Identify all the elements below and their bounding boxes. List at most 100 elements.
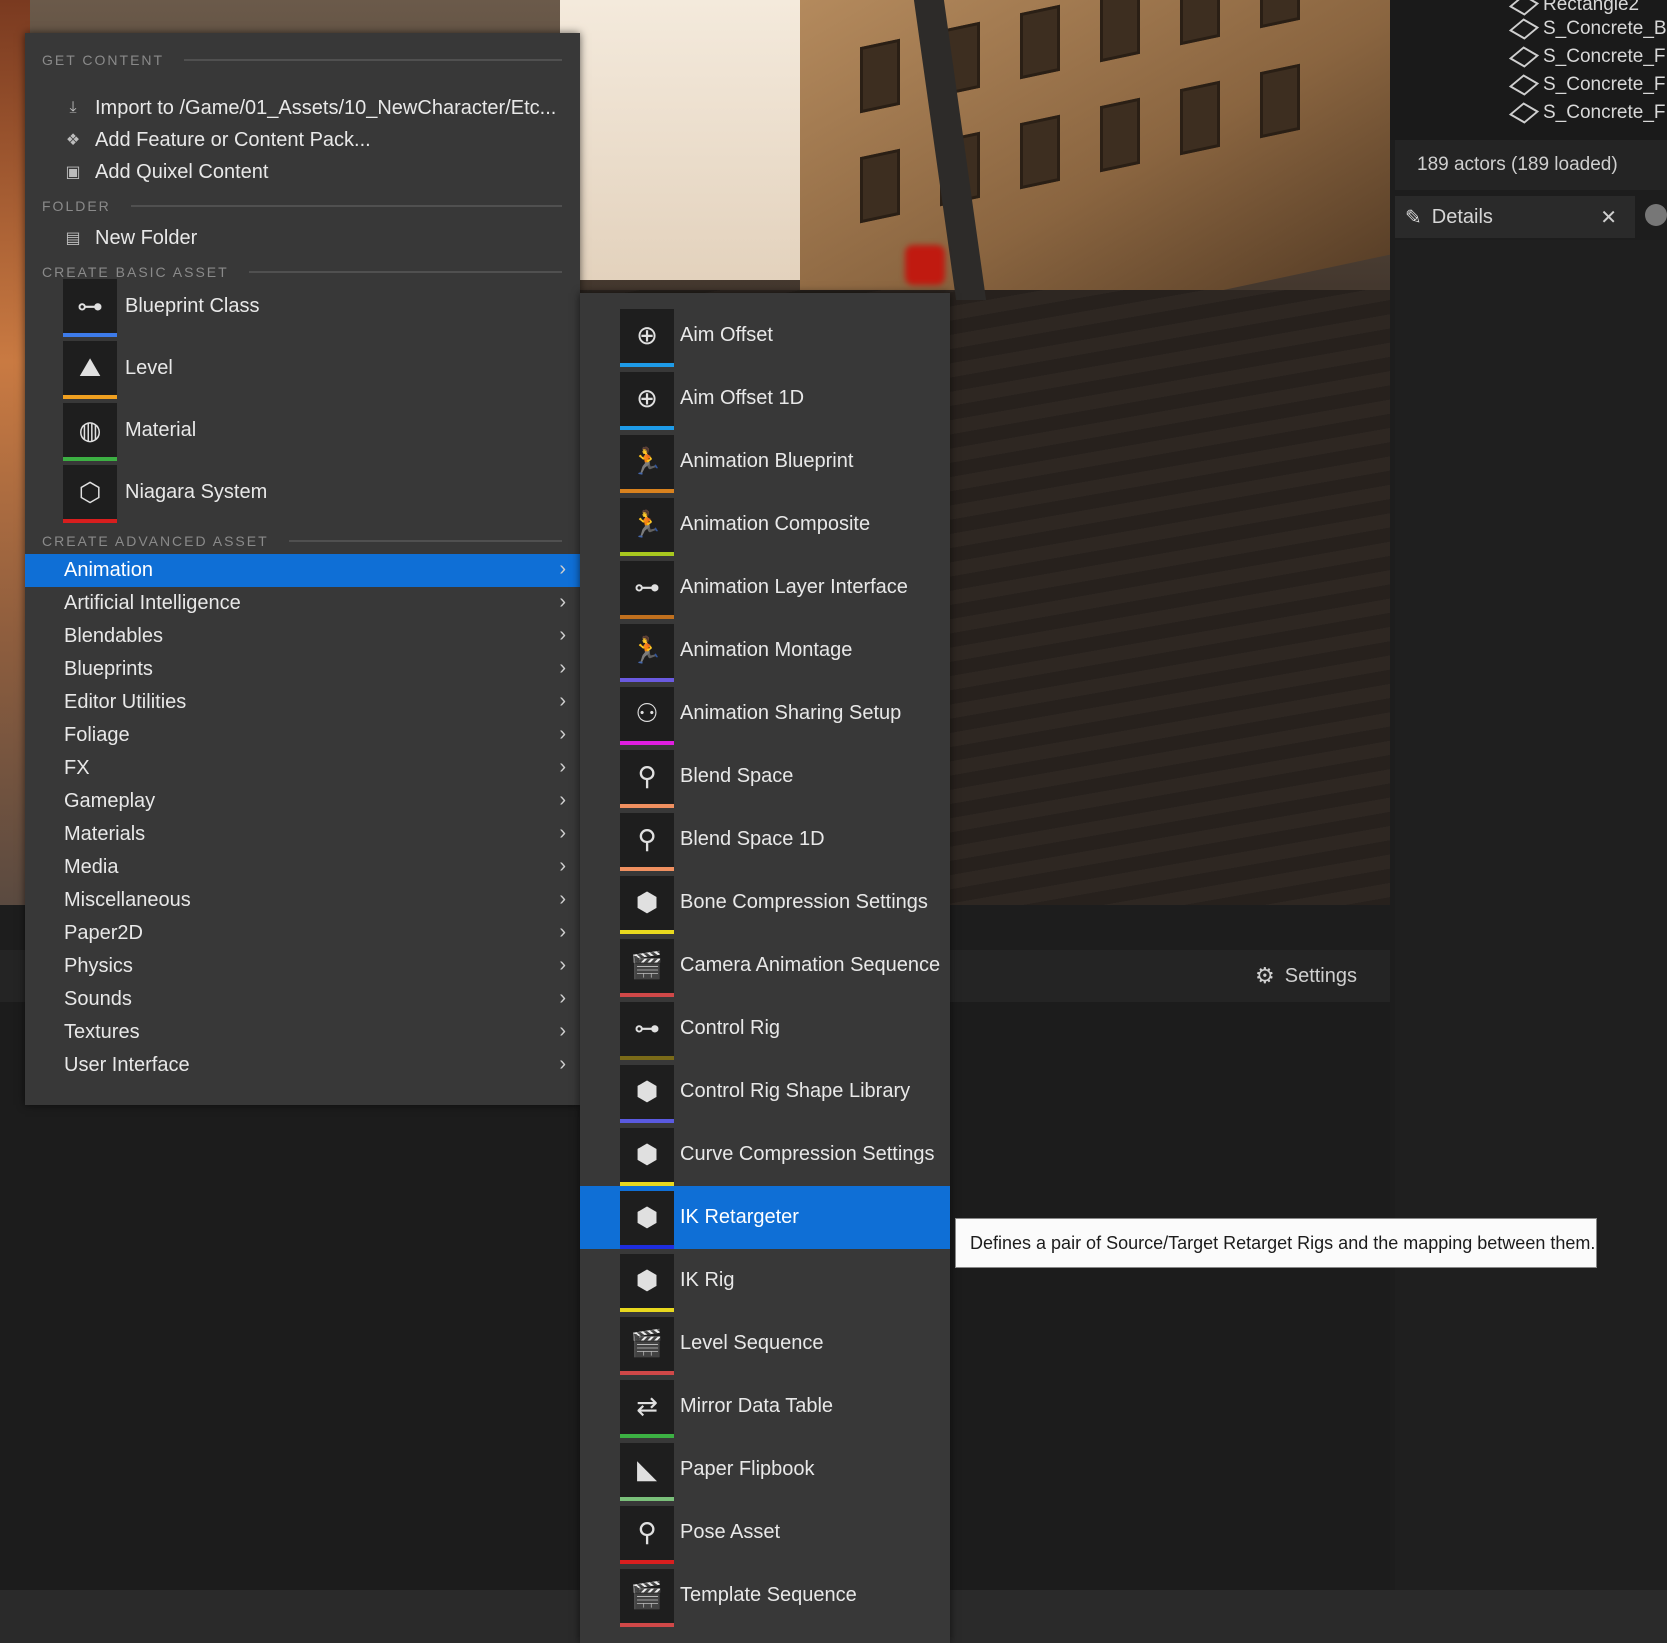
category-editor-utilities[interactable]: Editor Utilities › (25, 686, 580, 719)
chevron-right-icon: › (559, 987, 566, 1009)
level-icon: ⛰ (63, 341, 117, 399)
cube-icon: ⬢ (620, 1064, 674, 1123)
cube-icon: ⬢ (620, 1253, 674, 1312)
add-feature-pack-menu-item[interactable]: ❖ Add Feature or Content Pack... (63, 125, 371, 155)
globe-icon[interactable] (1645, 204, 1667, 226)
chevron-right-icon: › (559, 756, 566, 778)
category-paper2d[interactable]: Paper2D › (25, 917, 580, 950)
gear-icon: ⚙ (1255, 963, 1275, 988)
chevron-right-icon: › (559, 591, 566, 613)
camera-animation-sequence-menu-item[interactable]: 🎬 Camera Animation Sequence (580, 934, 950, 997)
category-foliage[interactable]: Foliage › (25, 719, 580, 752)
sharing-icon: ⚇ (620, 686, 674, 745)
bone-compression-settings-menu-item[interactable]: ⬢ Bone Compression Settings (580, 871, 950, 934)
aim-offset-icon: ⊕ (620, 371, 674, 430)
material-menu-item[interactable]: ◍ Material (63, 400, 196, 461)
outliner-row[interactable]: S_Concrete_F (1508, 72, 1666, 98)
clapper-icon: 🎬 (620, 1316, 674, 1375)
blend-space-1d-menu-item[interactable]: ⚲ Blend Space 1D (580, 808, 950, 871)
quixel-icon: ▣ (65, 164, 81, 181)
chevron-right-icon: › (559, 1053, 566, 1075)
animation-blueprint-menu-item[interactable]: 🏃 Animation Blueprint (580, 430, 950, 493)
category-materials[interactable]: Materials › (25, 818, 580, 851)
static-mesh-icon (1508, 46, 1540, 68)
ik-rig-menu-item[interactable]: ⬢ IK Rig (580, 1249, 950, 1312)
add-quixel-menu-item[interactable]: ▣ Add Quixel Content (63, 157, 268, 187)
chevron-right-icon: › (559, 690, 566, 712)
category-blendables[interactable]: Blendables › (25, 620, 580, 653)
paper-flipbook-menu-item[interactable]: ◣ Paper Flipbook (580, 1438, 950, 1501)
animation-sharing-setup-menu-item[interactable]: ⚇ Animation Sharing Setup (580, 682, 950, 745)
control-rig-shape-library-menu-item[interactable]: ⬢ Control Rig Shape Library (580, 1060, 950, 1123)
category-gameplay[interactable]: Gameplay › (25, 785, 580, 818)
curve-compression-settings-menu-item[interactable]: ⬢ Curve Compression Settings (580, 1123, 950, 1186)
blueprint-class-menu-item[interactable]: ⊶ Blueprint Class (63, 276, 260, 337)
animation-composite-menu-item[interactable]: 🏃 Animation Composite (580, 493, 950, 556)
cube-icon: ⬢ (620, 875, 674, 934)
actors-count: 189 actors (189 loaded) (1395, 140, 1667, 190)
chevron-right-icon: › (559, 822, 566, 844)
chevron-right-icon: › (559, 954, 566, 976)
blend-space-icon: ⚲ (620, 749, 674, 808)
category-media[interactable]: Media › (25, 851, 580, 884)
aim-offset-1d-menu-item[interactable]: ⊕ Aim Offset 1D (580, 367, 950, 430)
clapper-icon: 🎬 (620, 938, 674, 997)
control-rig-menu-item[interactable]: ⊶ Control Rig (580, 997, 950, 1060)
details-tab-label: Details (1431, 205, 1493, 228)
montage-icon: 🏃 (620, 623, 674, 682)
new-folder-icon: ▤ (65, 230, 81, 247)
static-mesh-icon (1508, 102, 1540, 124)
niagara-system-menu-item[interactable]: ⬡ Niagara System (63, 462, 267, 523)
world-outliner[interactable]: Rectangle2 S_Concrete_B S_Concrete_F S_C… (1390, 0, 1667, 140)
category-physics[interactable]: Physics › (25, 950, 580, 983)
outliner-row[interactable]: S_Concrete_F (1508, 44, 1666, 70)
chevron-right-icon: › (559, 789, 566, 811)
cube-icon: ⬢ (620, 1190, 674, 1249)
cube-icon: ⬢ (620, 1127, 674, 1186)
add-asset-context-menu: GET CONTENT ⤓ Import to /Game/01_Assets/… (25, 33, 580, 1105)
feature-pack-icon: ❖ (65, 132, 81, 149)
mirror-icon: ⇄ (620, 1379, 674, 1438)
aim-offset-icon: ⊕ (620, 308, 674, 367)
category-fx[interactable]: FX › (25, 752, 580, 785)
outliner-row[interactable]: S_Concrete_B (1508, 16, 1667, 42)
flipbook-icon: ◣ (620, 1442, 674, 1501)
aim-offset-menu-item[interactable]: ⊕ Aim Offset (580, 304, 950, 367)
tab-details[interactable]: ✎ Details ✕ (1395, 196, 1635, 238)
chevron-right-icon: › (559, 723, 566, 745)
viewport-red-light (905, 245, 945, 285)
chevron-right-icon: › (559, 1020, 566, 1042)
details-panel (1395, 240, 1667, 1590)
static-mesh-icon (1508, 0, 1540, 16)
category-blueprints[interactable]: Blueprints › (25, 653, 580, 686)
import-menu-item[interactable]: ⤓ Import to /Game/01_Assets/10_NewCharac… (63, 93, 556, 123)
outliner-row[interactable]: S_Concrete_F (1508, 100, 1666, 126)
clapper-icon: 🎬 (620, 1568, 674, 1627)
ik-retargeter-menu-item[interactable]: ⬢ IK Retargeter (580, 1186, 950, 1249)
category-animation[interactable]: Animation › (25, 554, 580, 587)
section-header-advanced-asset: CREATE ADVANCED ASSET (42, 531, 562, 551)
chevron-right-icon: › (559, 888, 566, 910)
chevron-right-icon: › (559, 558, 566, 580)
animation-layer-interface-menu-item[interactable]: ⊶ Animation Layer Interface (580, 556, 950, 619)
category-miscellaneous[interactable]: Miscellaneous › (25, 884, 580, 917)
close-icon[interactable]: ✕ (1600, 205, 1617, 230)
animation-montage-menu-item[interactable]: 🏃 Animation Montage (580, 619, 950, 682)
material-icon: ◍ (63, 403, 117, 461)
category-artificial-intelligence[interactable]: Artificial Intelligence › (25, 587, 580, 620)
pose-asset-menu-item[interactable]: ⚲ Pose Asset (580, 1501, 950, 1564)
blend-space-menu-item[interactable]: ⚲ Blend Space (580, 745, 950, 808)
mirror-data-table-menu-item[interactable]: ⇄ Mirror Data Table (580, 1375, 950, 1438)
category-user-interface[interactable]: User Interface › (25, 1049, 580, 1082)
category-textures[interactable]: Textures › (25, 1016, 580, 1049)
pose-icon: ⚲ (620, 1505, 674, 1564)
settings-label: Settings (1284, 964, 1357, 987)
settings-button[interactable]: ⚙ Settings (1255, 960, 1357, 992)
level-menu-item[interactable]: ⛰ Level (63, 338, 173, 399)
blend-space-icon: ⚲ (620, 812, 674, 871)
new-folder-menu-item[interactable]: ▤ New Folder (63, 223, 197, 253)
level-sequence-menu-item[interactable]: 🎬 Level Sequence (580, 1312, 950, 1375)
category-sounds[interactable]: Sounds › (25, 983, 580, 1016)
template-sequence-menu-item[interactable]: 🎬 Template Sequence (580, 1564, 950, 1627)
tooltip: Defines a pair of Source/Target Retarget… (955, 1218, 1597, 1268)
